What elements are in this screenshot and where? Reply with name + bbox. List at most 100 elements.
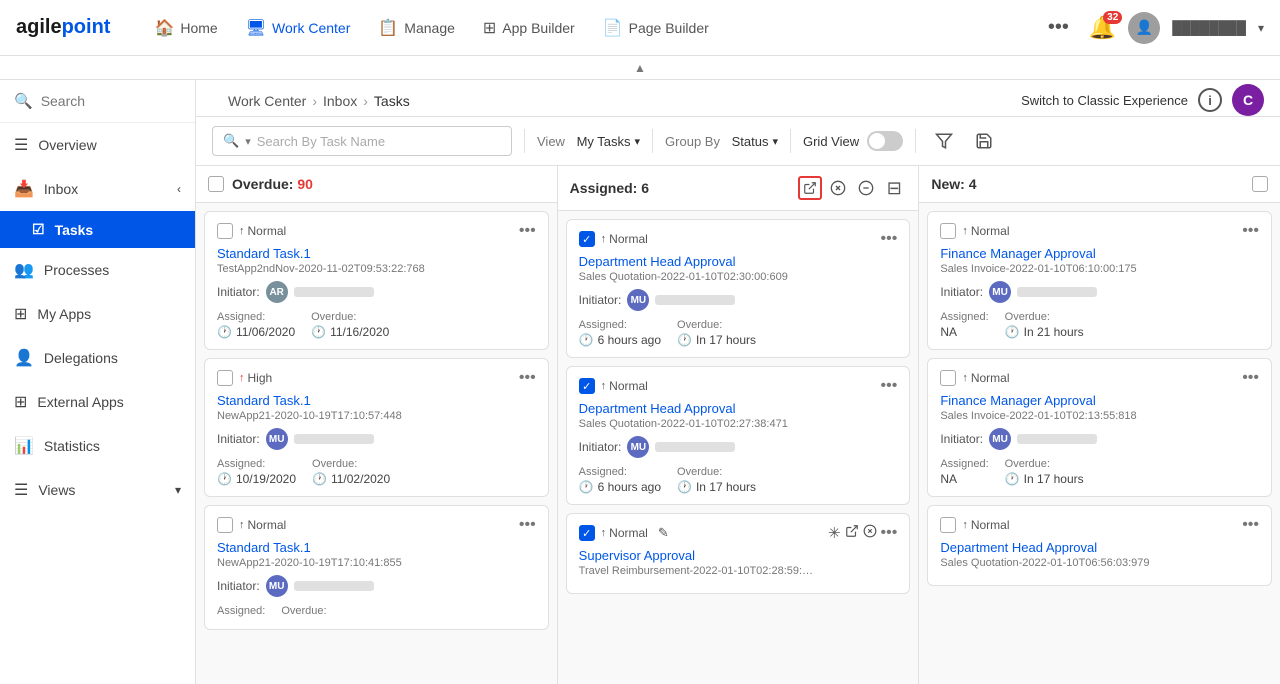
- card-menu-button[interactable]: •••: [519, 222, 536, 240]
- nav-item-workcenter[interactable]: 🖥 Work Center: [234, 10, 363, 46]
- task-card[interactable]: ✓ ↑ Normal ••• Department Head Approval …: [566, 219, 911, 358]
- sun-icon[interactable]: ✳: [828, 524, 841, 542]
- breadcrumb-inbox[interactable]: Inbox: [323, 93, 357, 109]
- nav-item-appbuilder[interactable]: ⊞ App Builder: [471, 10, 587, 46]
- switch-classic-link[interactable]: Switch to Classic Experience: [1021, 93, 1188, 108]
- card-menu-button[interactable]: •••: [881, 524, 898, 542]
- sidebar-item-delegations[interactable]: 👤 Delegations: [0, 336, 195, 380]
- col-overdue-checkbox[interactable]: [208, 176, 224, 192]
- card-checkbox[interactable]: [940, 370, 956, 386]
- card-title[interactable]: Finance Manager Approval: [940, 246, 1259, 261]
- content-top: Work Center › Inbox › Tasks Switch to Cl…: [196, 80, 1280, 166]
- task-card[interactable]: ↑ Normal ••• Standard Task.1 TestApp2ndN…: [204, 211, 549, 350]
- nav-item-home-label: Home: [180, 20, 217, 36]
- sidebar-item-tasks[interactable]: ☑ Tasks: [0, 211, 195, 248]
- card-menu-button[interactable]: •••: [881, 230, 898, 248]
- user-menu-chevron[interactable]: ▾: [1258, 21, 1264, 35]
- groupby-select[interactable]: Group By Status ▾: [665, 134, 778, 149]
- card-title[interactable]: Department Head Approval: [579, 401, 898, 416]
- external-link-icon[interactable]: [845, 524, 859, 542]
- sidebar-item-tasks-label: Tasks: [55, 222, 94, 238]
- task-card[interactable]: ✓ ↑ Normal ••• Department Head Approval …: [566, 366, 911, 505]
- sidebar-item-processes[interactable]: 👥 Processes: [0, 248, 195, 292]
- card-title[interactable]: Finance Manager Approval: [940, 393, 1259, 408]
- assigned-value: NA: [940, 472, 988, 486]
- save-button[interactable]: [968, 125, 1000, 157]
- view-select[interactable]: View My Tasks ▾: [537, 134, 640, 149]
- priority-label: High: [248, 371, 273, 385]
- nav-more-button[interactable]: •••: [1040, 12, 1077, 43]
- col-circle-x-button[interactable]: [826, 176, 850, 200]
- task-card[interactable]: ✓ ↑ Normal ✎ ✳: [566, 513, 911, 594]
- nav-item-pagebuilder[interactable]: 📄 Page Builder: [591, 10, 721, 46]
- card-title[interactable]: Supervisor Approval: [579, 548, 898, 563]
- sidebar-item-inbox[interactable]: 📥 Inbox ‹: [0, 167, 195, 211]
- task-card[interactable]: ↑ Normal ••• Standard Task.1 NewApp21-20…: [204, 505, 549, 630]
- card-title[interactable]: Standard Task.1: [217, 393, 536, 408]
- assigned-label: Assigned:: [217, 458, 296, 470]
- card-initiator: Initiator: MU: [579, 289, 898, 311]
- overdue-date: In 17 hours: [696, 480, 756, 494]
- external-link-icon: [803, 181, 817, 195]
- sidebar-search-label: Search: [41, 93, 85, 109]
- collapse-bar[interactable]: ▲: [0, 56, 1280, 80]
- card-checkbox[interactable]: [940, 517, 956, 533]
- col-minus-circle-button[interactable]: [854, 176, 878, 200]
- card-top: ↑ Normal •••: [217, 516, 536, 534]
- filter-button[interactable]: [928, 125, 960, 157]
- notifications-bell[interactable]: 🔔 32: [1089, 15, 1116, 41]
- edit-icon[interactable]: ✎: [658, 525, 669, 541]
- card-top: ✓ ↑ Normal •••: [579, 230, 898, 248]
- date-group-overdue: Overdue: 🕐 In 17 hours: [677, 319, 756, 347]
- col-minus-box-button[interactable]: ⊟: [882, 176, 906, 200]
- sidebar-item-views[interactable]: ☰ Views ▾: [0, 468, 195, 512]
- col-new-checkbox[interactable]: [1252, 176, 1268, 192]
- task-card[interactable]: ↑ High ••• Standard Task.1 NewApp21-2020…: [204, 358, 549, 497]
- nav-item-manage[interactable]: 📋 Manage: [366, 10, 467, 46]
- sidebar-item-statistics[interactable]: 📊 Statistics: [0, 424, 195, 468]
- breadcrumb-workcenter[interactable]: Work Center: [228, 93, 306, 109]
- card-checkbox[interactable]: ✓: [579, 378, 595, 394]
- sidebar-search[interactable]: 🔍 Search: [0, 80, 195, 123]
- card-menu-button[interactable]: •••: [1242, 516, 1259, 534]
- card-checkbox[interactable]: [217, 517, 233, 533]
- card-subtitle: Sales Quotation-2022-01-10T02:27:38:471: [579, 418, 898, 430]
- user-avatar-content[interactable]: C: [1232, 84, 1264, 116]
- gridview-toggle-switch[interactable]: [867, 131, 903, 151]
- overdue-label: Overdue:: [311, 311, 389, 323]
- sidebar-item-myapps[interactable]: ⊞ My Apps: [0, 292, 195, 336]
- task-card[interactable]: ↑ Normal ••• Finance Manager Approval Sa…: [927, 211, 1272, 350]
- card-menu-button[interactable]: •••: [519, 369, 536, 387]
- search-box-chevron[interactable]: ▾: [245, 135, 251, 148]
- card-checkbox[interactable]: [217, 370, 233, 386]
- card-title[interactable]: Standard Task.1: [217, 246, 536, 261]
- initiator-name-blur: [1017, 287, 1097, 297]
- nav-item-home[interactable]: 🏠 Home: [142, 10, 229, 46]
- task-card[interactable]: ↑ Normal ••• Finance Manager Approval Sa…: [927, 358, 1272, 497]
- statistics-icon: 📊: [14, 436, 34, 456]
- search-box[interactable]: 🔍 ▾ Search By Task Name: [212, 126, 512, 156]
- info-icon[interactable]: i: [1198, 88, 1222, 112]
- sidebar-item-overview[interactable]: ☰ Overview: [0, 123, 195, 167]
- card-menu-button[interactable]: •••: [1242, 222, 1259, 240]
- card-checkbox[interactable]: ✓: [579, 525, 595, 541]
- overdue-label: Overdue:: [677, 466, 756, 478]
- card-title[interactable]: Standard Task.1: [217, 540, 536, 555]
- card-title[interactable]: Department Head Approval: [940, 540, 1259, 555]
- col-external-link-button[interactable]: [798, 176, 822, 200]
- card-checkbox[interactable]: [940, 223, 956, 239]
- circle-x-icon2[interactable]: [863, 524, 877, 542]
- card-menu-button[interactable]: •••: [1242, 369, 1259, 387]
- card-menu-button[interactable]: •••: [519, 516, 536, 534]
- initiator-text: Initiator:: [940, 285, 983, 299]
- sidebar-item-externalapps[interactable]: ⊞ External Apps: [0, 380, 195, 424]
- sidebar-item-processes-label: Processes: [44, 262, 109, 278]
- card-checkbox[interactable]: ✓: [579, 231, 595, 247]
- priority-label: Normal: [248, 224, 287, 238]
- priority-badge: ↑ High: [239, 371, 272, 385]
- card-title[interactable]: Department Head Approval: [579, 254, 898, 269]
- task-card[interactable]: ↑ Normal ••• Department Head Approval Sa…: [927, 505, 1272, 586]
- logo[interactable]: agilepoint: [16, 16, 110, 39]
- card-checkbox[interactable]: [217, 223, 233, 239]
- card-menu-button[interactable]: •••: [881, 377, 898, 395]
